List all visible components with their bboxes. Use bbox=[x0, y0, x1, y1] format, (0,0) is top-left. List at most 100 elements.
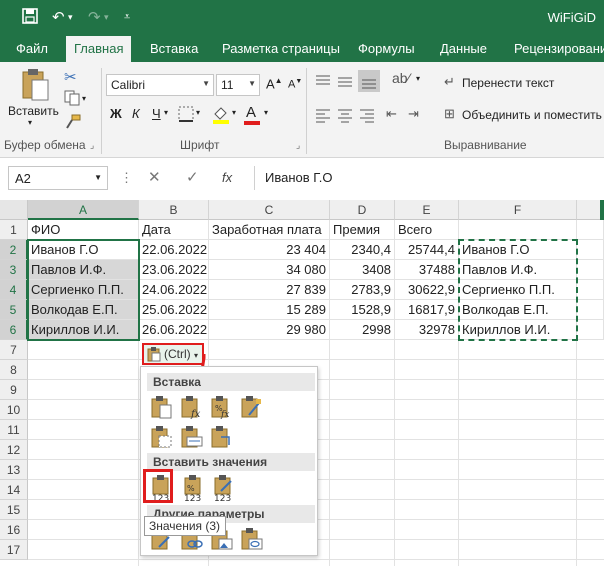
column-header-f[interactable]: F bbox=[459, 200, 577, 220]
cell-f4[interactable]: Сергиенко П.П. bbox=[459, 280, 577, 300]
cell-d2[interactable]: 2340,4 bbox=[330, 240, 395, 260]
column-header-a[interactable]: A bbox=[28, 200, 139, 220]
cell-b2[interactable]: 22.06.2022 bbox=[139, 240, 209, 260]
formula-input[interactable]: Иванов Г.О bbox=[254, 166, 604, 190]
cell-g4[interactable] bbox=[577, 280, 604, 300]
cell-e6[interactable]: 32978 bbox=[395, 320, 459, 340]
cell-b3[interactable]: 23.06.2022 bbox=[139, 260, 209, 280]
row-header[interactable]: 2 bbox=[0, 240, 28, 260]
cell-f6[interactable]: Кириллов И.И. bbox=[459, 320, 577, 340]
align-right-icon[interactable] bbox=[358, 106, 376, 127]
tab-data[interactable]: Данные bbox=[432, 36, 495, 62]
cell-b1[interactable]: Дата bbox=[139, 220, 209, 240]
increase-font-icon[interactable]: A▲ bbox=[266, 76, 283, 91]
cell-c4[interactable]: 27 839 bbox=[209, 280, 330, 300]
cut-icon[interactable]: ✂ bbox=[64, 68, 77, 86]
fill-color-icon[interactable] bbox=[212, 106, 230, 127]
column-header-d[interactable]: D bbox=[330, 200, 395, 220]
bold-button[interactable]: Ж bbox=[110, 106, 122, 121]
cell-c1[interactable]: Заработная плата bbox=[209, 220, 330, 240]
column-header-c[interactable]: C bbox=[209, 200, 330, 220]
cell-e1[interactable]: Всего bbox=[395, 220, 459, 240]
cancel-icon[interactable]: ✕ bbox=[148, 168, 161, 186]
font-size-select[interactable]: 11 ▼ bbox=[216, 74, 260, 96]
column-header-b[interactable]: B bbox=[139, 200, 209, 220]
cell-b5[interactable]: 25.06.2022 bbox=[139, 300, 209, 320]
merge-center-button[interactable]: Объединить и поместить bbox=[462, 108, 602, 122]
name-box[interactable]: A2 ▼ bbox=[8, 166, 108, 190]
cell-a6[interactable]: Кириллов И.И. bbox=[28, 320, 139, 340]
font-name-select[interactable]: Calibri ▼ bbox=[106, 74, 214, 96]
cell-b4[interactable]: 24.06.2022 bbox=[139, 280, 209, 300]
select-all-button[interactable] bbox=[0, 200, 28, 220]
copy-dropdown-icon[interactable]: ▾ bbox=[82, 94, 86, 103]
cell-a2[interactable]: Иванов Г.О bbox=[28, 240, 139, 260]
undo-icon[interactable]: ↶ bbox=[52, 8, 65, 26]
increase-indent-icon[interactable]: ⇥ bbox=[408, 106, 419, 122]
cell-f1[interactable] bbox=[459, 220, 577, 240]
insert-function-icon[interactable]: fx bbox=[222, 170, 232, 185]
align-center-icon[interactable] bbox=[336, 106, 354, 127]
wrap-text-icon[interactable]: ↵ bbox=[444, 74, 455, 90]
cell-e4[interactable]: 30622,9 bbox=[395, 280, 459, 300]
no-borders-icon[interactable] bbox=[149, 425, 173, 449]
tab-review[interactable]: Рецензирование bbox=[506, 36, 604, 62]
tab-page-layout[interactable]: Разметка страницы bbox=[214, 36, 348, 62]
align-left-icon[interactable] bbox=[314, 106, 332, 127]
tab-insert[interactable]: Вставка bbox=[142, 36, 206, 62]
borders-icon[interactable] bbox=[178, 106, 194, 125]
cell-f2[interactable]: Иванов Г.О bbox=[459, 240, 577, 260]
cell-a3[interactable]: Павлов И.Ф. bbox=[28, 260, 139, 280]
row-header[interactable]: 15 bbox=[0, 500, 28, 520]
cell-d1[interactable]: Премия bbox=[330, 220, 395, 240]
paste-formulas-icon[interactable]: fx bbox=[179, 395, 203, 420]
borders-dropdown-icon[interactable]: ▾ bbox=[196, 108, 200, 117]
keep-column-widths-icon[interactable] bbox=[179, 425, 203, 449]
row-header[interactable]: 8 bbox=[0, 360, 28, 380]
row-header[interactable]: 13 bbox=[0, 460, 28, 480]
row-header[interactable]: 12 bbox=[0, 440, 28, 460]
cell-g3[interactable] bbox=[577, 260, 604, 280]
align-middle-icon[interactable] bbox=[336, 72, 354, 93]
cell-g6[interactable] bbox=[577, 320, 604, 340]
row-header[interactable]: 5 bbox=[0, 300, 28, 320]
customize-toolbar-icon[interactable]: ⩡ bbox=[124, 11, 130, 24]
clipboard-launcher-icon[interactable]: ⌟ bbox=[90, 140, 94, 151]
cell-e5[interactable]: 16817,9 bbox=[395, 300, 459, 320]
transpose-icon[interactable] bbox=[209, 425, 233, 449]
paste-dropdown-icon[interactable]: ▾ bbox=[28, 118, 32, 127]
row-header[interactable]: 14 bbox=[0, 480, 28, 500]
cell-d5[interactable]: 1528,9 bbox=[330, 300, 395, 320]
cell-c5[interactable]: 15 289 bbox=[209, 300, 330, 320]
cell-e3[interactable]: 37488 bbox=[395, 260, 459, 280]
underline-button[interactable]: Ч bbox=[152, 106, 161, 121]
enter-icon[interactable]: ✓ bbox=[186, 168, 199, 186]
tab-home[interactable]: Главная bbox=[66, 36, 132, 62]
cell-g2[interactable] bbox=[577, 240, 604, 260]
cell-a5[interactable]: Волкодав Е.П. bbox=[28, 300, 139, 320]
cell-g5[interactable] bbox=[577, 300, 604, 320]
paste-button-label[interactable]: Вставить bbox=[8, 104, 59, 118]
orientation-icon[interactable]: ab⁄ bbox=[392, 70, 410, 86]
keep-source-formatting-icon[interactable] bbox=[239, 395, 263, 419]
cell-c3[interactable]: 34 080 bbox=[209, 260, 330, 280]
cell-d4[interactable]: 2783,9 bbox=[330, 280, 395, 300]
cell-d6[interactable]: 2998 bbox=[330, 320, 395, 340]
redo-icon[interactable]: ↷ bbox=[88, 8, 101, 26]
format-painter-icon[interactable] bbox=[64, 114, 82, 133]
font-launcher-icon[interactable]: ⌟ bbox=[296, 140, 300, 151]
cell-d3[interactable]: 3408 bbox=[330, 260, 395, 280]
wrap-text-button[interactable]: Перенести текст bbox=[462, 76, 554, 90]
cell-c2[interactable]: 23 404 bbox=[209, 240, 330, 260]
align-bottom-icon[interactable] bbox=[358, 70, 380, 92]
cell-g1[interactable] bbox=[577, 220, 604, 240]
cell-f5[interactable]: Волкодав Е.П. bbox=[459, 300, 577, 320]
orientation-dropdown-icon[interactable]: ▾ bbox=[416, 74, 420, 83]
paste-icon[interactable] bbox=[149, 395, 173, 419]
redo-dropdown-icon[interactable]: ▾ bbox=[104, 12, 109, 23]
cell-f3[interactable]: Павлов И.Ф. bbox=[459, 260, 577, 280]
row-header[interactable]: 9 bbox=[0, 380, 28, 400]
tab-formulas[interactable]: Формулы bbox=[350, 36, 423, 62]
merge-center-icon[interactable]: ⊞ bbox=[444, 106, 455, 122]
row-header[interactable]: 10 bbox=[0, 400, 28, 420]
